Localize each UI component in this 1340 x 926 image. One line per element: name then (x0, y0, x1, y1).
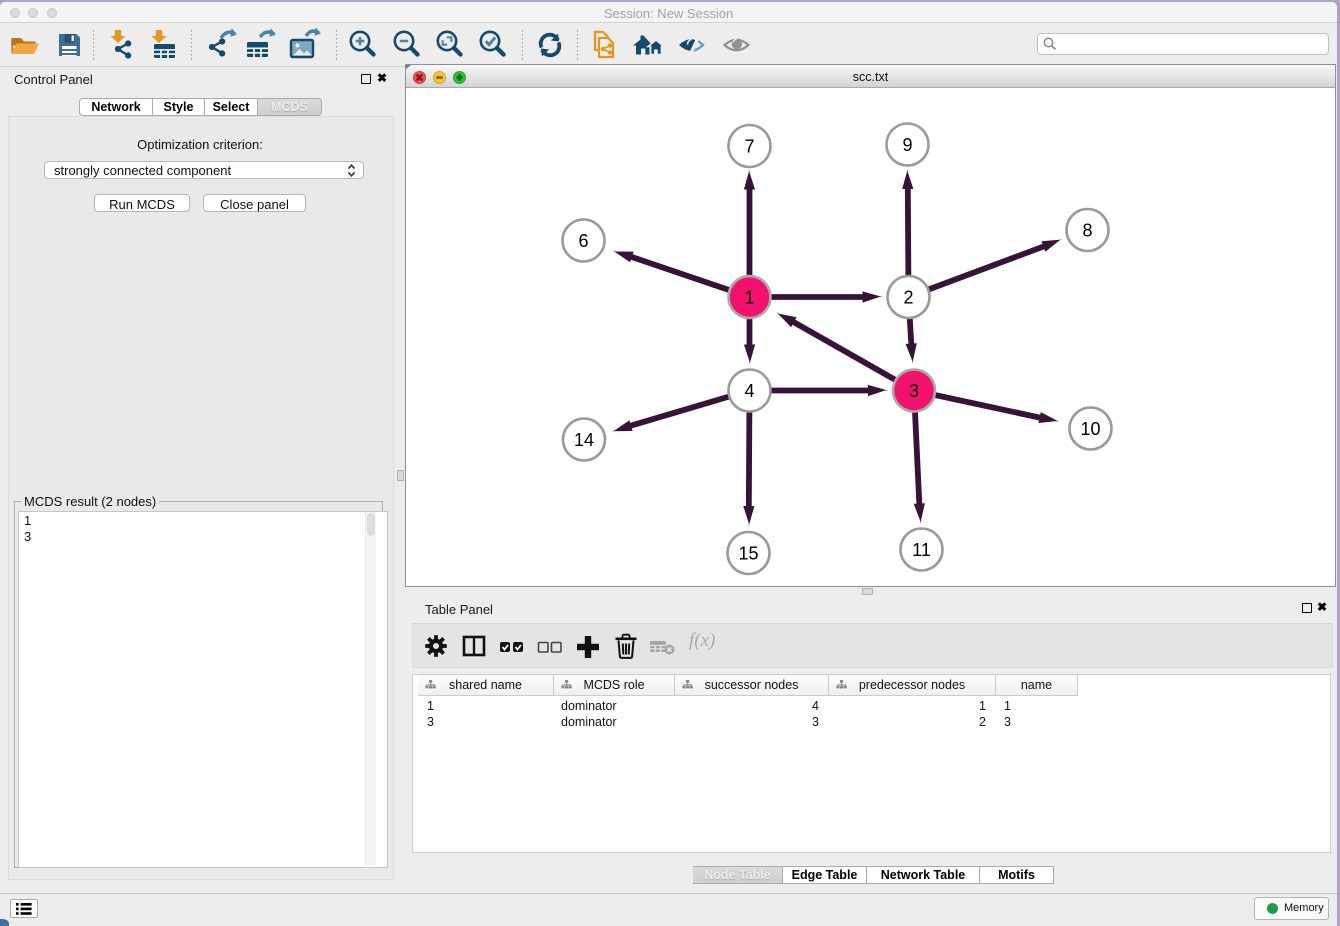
svg-text:14: 14 (574, 430, 594, 450)
svg-text:15: 15 (738, 544, 758, 564)
svg-text:1: 1 (744, 288, 754, 308)
svg-text:4: 4 (744, 381, 754, 401)
svg-text:10: 10 (1080, 419, 1100, 439)
svg-text:8: 8 (1082, 221, 1092, 241)
svg-text:3: 3 (909, 381, 919, 401)
svg-text:11: 11 (912, 540, 931, 560)
svg-text:6: 6 (578, 231, 588, 251)
svg-text:9: 9 (902, 135, 912, 155)
svg-text:2: 2 (903, 288, 913, 308)
svg-text:7: 7 (744, 137, 754, 157)
